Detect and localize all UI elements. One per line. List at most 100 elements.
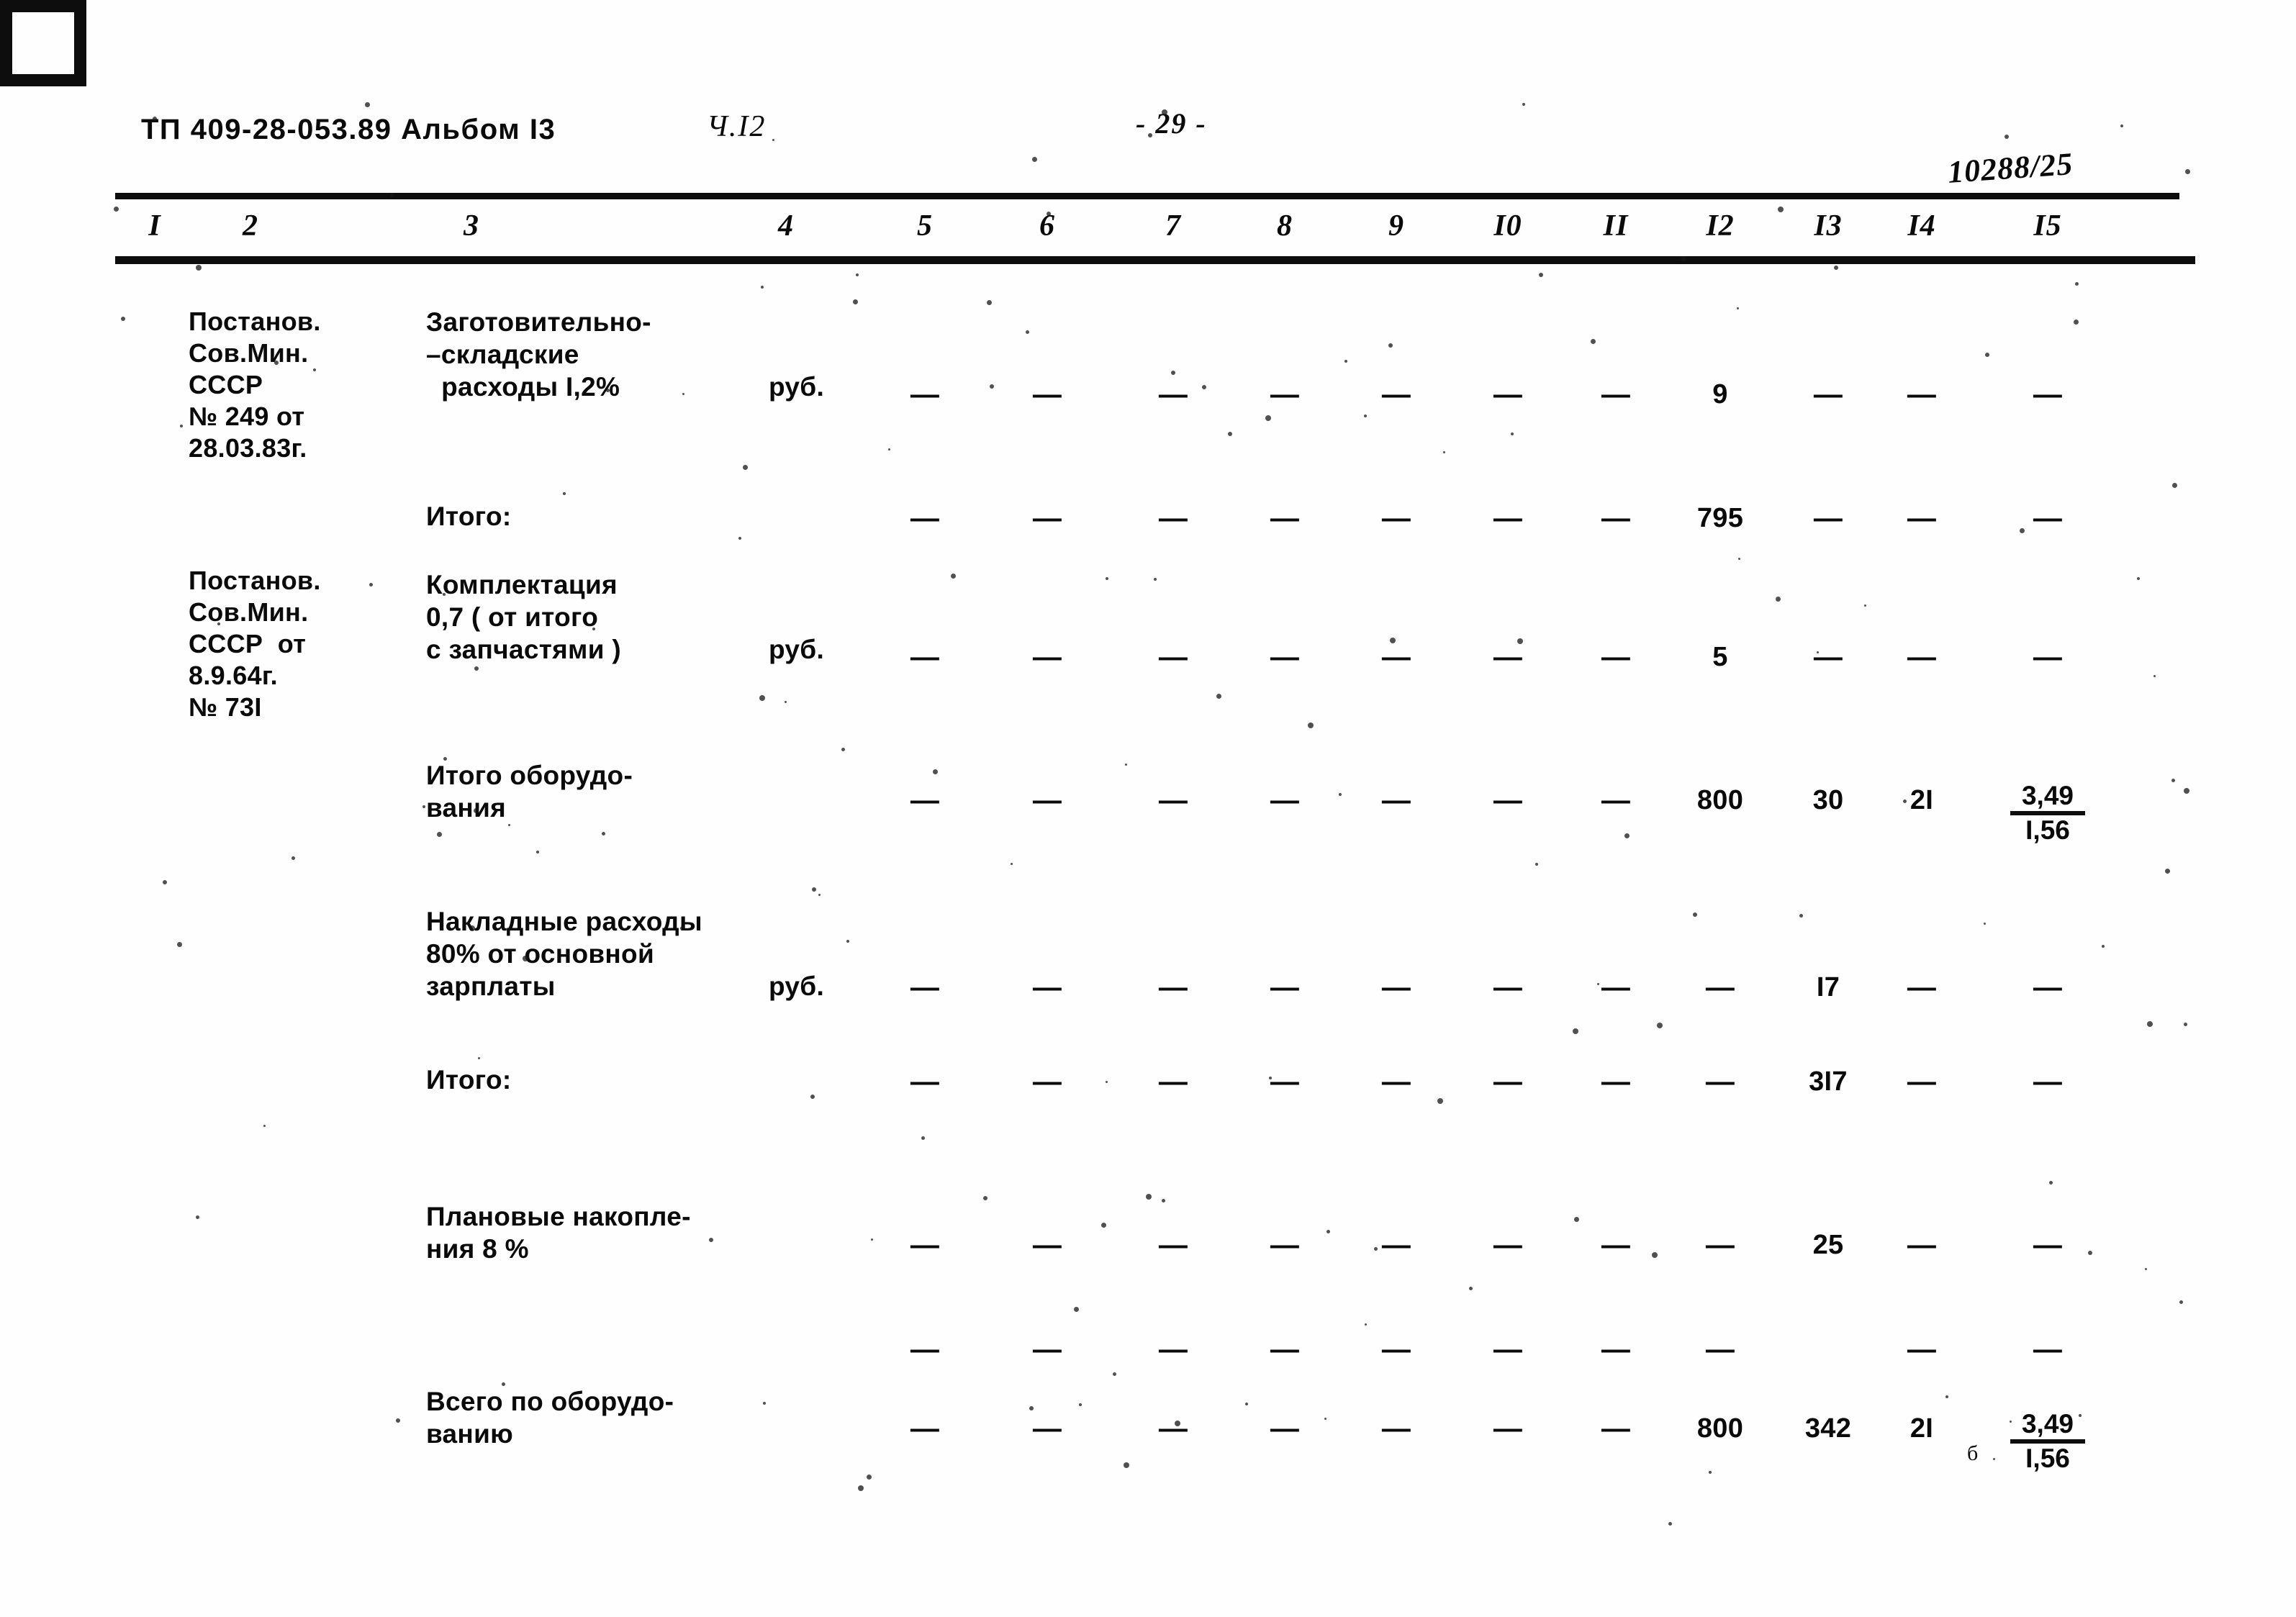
scan-speck xyxy=(841,748,845,751)
scan-speck xyxy=(709,1238,713,1242)
scan-speck xyxy=(508,824,510,826)
scan-speck xyxy=(2005,135,2009,139)
row-itogo-1-value-col-13: — xyxy=(1813,502,1843,534)
row-itogo-1-value-col-6: — xyxy=(1032,502,1062,534)
row-blank-value-col-6: — xyxy=(1032,1333,1062,1365)
scan-speck xyxy=(818,894,821,896)
scan-speck xyxy=(1993,1458,1995,1460)
scan-speck xyxy=(1511,432,1514,435)
scan-speck xyxy=(369,583,373,586)
row-zagotovitelno-skladskie-value-col-7: — xyxy=(1158,379,1188,410)
scan-speck xyxy=(1864,604,1866,607)
row-itogo-2-value-col-7: — xyxy=(1158,1066,1188,1097)
row-itogo-oborudovaniya-value-col-12: 800 xyxy=(1696,785,1744,815)
scan-speck xyxy=(2049,1181,2053,1185)
table-rule-under-column-numbers xyxy=(115,256,2195,264)
scan-speck xyxy=(1125,764,1127,766)
row-blank-value-col-9: — xyxy=(1381,1333,1411,1365)
scan-speck xyxy=(1652,1252,1658,1258)
scan-speck xyxy=(858,1485,864,1491)
scan-speck xyxy=(563,492,566,495)
scan-speck xyxy=(1469,1287,1473,1290)
scan-speck xyxy=(1738,558,1740,560)
row-blank-value-col-11: — xyxy=(1601,1333,1631,1365)
scan-speck xyxy=(606,389,610,392)
scan-speck xyxy=(1344,360,1347,363)
row-itogo-oborudovaniya-value-col-7: — xyxy=(1158,784,1188,816)
scan-speck xyxy=(365,102,370,107)
scan-speck xyxy=(1390,638,1396,643)
scan-speck xyxy=(1535,863,1538,866)
column-number-3: 3 xyxy=(464,209,479,243)
scan-speck xyxy=(2074,320,2079,325)
row-itogo-oborudovaniya-value-col-14: 2I xyxy=(1909,785,1934,815)
row-blank-value-col-12: — xyxy=(1705,1333,1735,1365)
column-number-4: 4 xyxy=(778,209,794,243)
table-rule-top xyxy=(115,193,2179,199)
scan-speck xyxy=(810,1095,815,1099)
scan-speck xyxy=(987,300,992,305)
scan-speck xyxy=(1364,415,1367,417)
scan-speck xyxy=(921,1136,925,1140)
row-vsego-po-oborudovaniyu-value-col-14: 2I xyxy=(1909,1413,1934,1444)
scan-speck xyxy=(1681,256,1686,262)
row-komplektatsiya-value-col-5: — xyxy=(910,641,940,673)
scan-speck xyxy=(592,628,595,630)
scan-speck xyxy=(1778,207,1784,212)
page-number: - 29 - xyxy=(1136,107,1207,140)
fraction-denominator: I,56 xyxy=(2025,815,2070,845)
scan-speck xyxy=(1175,1421,1180,1426)
scan-speck xyxy=(1388,343,1393,348)
scan-speck xyxy=(196,265,202,271)
row-planovye-nakopleniya-value-col-9: — xyxy=(1381,1229,1411,1261)
column-number-9: 9 xyxy=(1388,209,1404,243)
scan-speck xyxy=(680,926,684,930)
scan-speck xyxy=(743,465,748,470)
scan-speck xyxy=(888,448,890,450)
row-itogo-1-value-col-11: — xyxy=(1601,502,1631,534)
row-nakladnye-raskhody-value-col-14: — xyxy=(1907,971,1937,1003)
row-itogo-oborudovaniya-value-col-11: — xyxy=(1601,784,1631,816)
scan-speck xyxy=(812,887,816,892)
scan-speck xyxy=(217,622,220,625)
scan-speck xyxy=(1308,723,1314,728)
row-nakladnye-raskhody-value-col-6: — xyxy=(1032,971,1062,1003)
row-zagotovitelno-skladskie-value-col-9: — xyxy=(1381,379,1411,410)
document-part: Ч.I2 xyxy=(707,110,767,143)
scan-speck xyxy=(536,851,539,853)
scan-speck xyxy=(983,1196,987,1200)
row-itogo-oborudovaniya-value-col-9: — xyxy=(1381,784,1411,816)
scan-speck xyxy=(1668,1522,1672,1526)
row-komplektatsiya-value-col-7: — xyxy=(1158,641,1188,673)
scan-speck xyxy=(1817,651,1819,653)
scan-speck xyxy=(291,856,295,860)
row-zagotovitelno-skladskie-value-col-6: — xyxy=(1032,379,1062,410)
scan-speck xyxy=(1101,1223,1106,1228)
scan-speck xyxy=(1106,1081,1108,1083)
column-number-12: I2 xyxy=(1706,209,1735,243)
row-planovye-nakopleniya-value-col-8: — xyxy=(1270,1229,1300,1261)
scan-speck xyxy=(474,666,479,671)
column-number-1: I xyxy=(148,209,161,243)
row-komplektatsiya-value-col-13: — xyxy=(1813,641,1843,673)
scan-speck xyxy=(2147,1021,2153,1027)
row-itogo-1-value-col-9: — xyxy=(1381,502,1411,534)
scan-speck xyxy=(1148,133,1152,137)
scan-speck xyxy=(263,1125,266,1127)
document-code: ТП 409-28-053.89 Альбом I3 xyxy=(141,114,556,145)
scan-speck xyxy=(1657,1023,1663,1028)
scan-speck xyxy=(759,695,765,701)
fraction-numerator: 3,49 xyxy=(2021,781,2074,810)
scan-speck xyxy=(523,956,528,961)
scan-speck xyxy=(1154,578,1157,581)
row-komplektatsiya-value-col-14: — xyxy=(1907,641,1937,673)
scan-speck xyxy=(1443,451,1445,453)
row-nakladnye-raskhody-value-col-13: I7 xyxy=(1816,972,1840,1002)
scan-speck xyxy=(1124,1462,1129,1468)
row-vsego-po-oborudovaniyu-value-col-8: — xyxy=(1270,1413,1300,1444)
column-number-13: I3 xyxy=(1814,209,1843,243)
row-planovye-nakopleniya-value-col-5: — xyxy=(910,1229,940,1261)
row-blank-value-col-15: — xyxy=(2033,1333,2063,1365)
row-zagotovitelno-skladskie-value-col-10: — xyxy=(1493,379,1523,410)
scan-speck xyxy=(180,425,183,427)
